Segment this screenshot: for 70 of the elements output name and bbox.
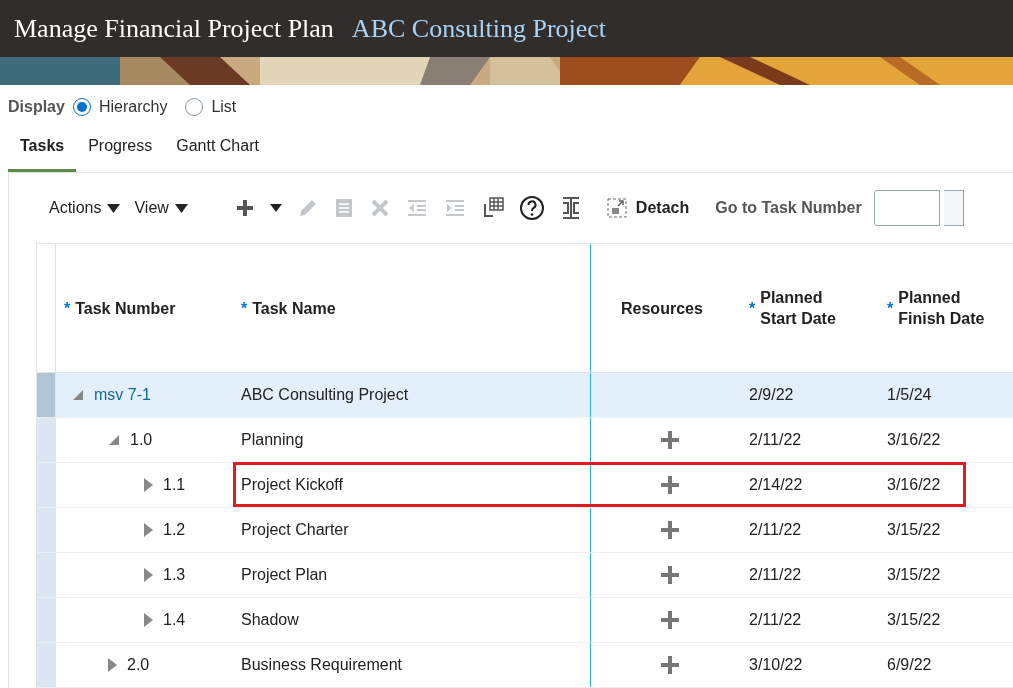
task-name: ABC Consulting Project	[241, 386, 409, 404]
caret-icon	[107, 203, 121, 213]
plus-icon	[234, 198, 255, 218]
finish-date: 3/15/22	[887, 566, 941, 584]
required-marker: *	[241, 298, 248, 319]
start-date: 3/10/22	[749, 656, 803, 674]
finish-date: 3/16/22	[887, 431, 941, 449]
task-number: 1.3	[163, 566, 186, 584]
expand-icon[interactable]	[108, 658, 117, 672]
project-name: ABC Consulting Project	[351, 13, 607, 44]
start-date: 2/11/22	[749, 521, 802, 539]
detach-icon	[605, 197, 628, 219]
task-name: Project Kickoff	[241, 476, 343, 494]
task-number: 1.4	[163, 611, 186, 629]
finish-date: 3/15/22	[887, 521, 941, 539]
detach-button[interactable]: Detach	[605, 197, 690, 219]
column-header[interactable]: Task Number	[75, 297, 176, 319]
plus-icon[interactable]	[660, 520, 680, 540]
start-date: 2/11/22	[749, 611, 802, 629]
expand-icon[interactable]	[144, 613, 153, 627]
plus-icon[interactable]	[660, 610, 680, 630]
task-number: 2.0	[127, 656, 150, 674]
column-header[interactable]: Planned Start Date	[760, 287, 851, 329]
tab[interactable]: Gantt Chart	[164, 129, 271, 172]
start-date: 2/11/22	[749, 431, 802, 449]
task-name: Project Charter	[241, 521, 349, 539]
plus-icon[interactable]	[660, 475, 680, 495]
task-number: 1.1	[163, 476, 186, 494]
go-to-label: Go to Task Number	[715, 199, 862, 217]
task-number: 1.2	[163, 521, 186, 539]
help-icon	[518, 195, 545, 221]
collapse-icon[interactable]	[72, 389, 84, 401]
finish-date: 3/16/22	[887, 476, 941, 494]
caret-icon	[268, 203, 283, 213]
display-radio[interactable]: List	[185, 98, 237, 116]
required-marker: *	[887, 298, 894, 319]
collapse-icon[interactable]	[108, 434, 120, 446]
column-header[interactable]: Resources	[621, 297, 703, 319]
display-radio[interactable]: Hierarchy	[72, 98, 168, 116]
plus-icon[interactable]	[660, 565, 680, 585]
start-date: 2/11/22	[749, 566, 802, 584]
tab[interactable]: Tasks	[8, 129, 77, 172]
expand-icon[interactable]	[144, 523, 153, 537]
task-number: 1.0	[130, 431, 153, 449]
display-label: Display	[8, 98, 65, 116]
task-number[interactable]: msv 7-1	[94, 386, 151, 404]
required-marker: *	[749, 298, 756, 319]
plus-icon[interactable]	[660, 655, 680, 675]
menu-button[interactable]: View	[134, 199, 188, 217]
expand-icon[interactable]	[144, 478, 153, 492]
finish-date: 1/5/24	[887, 386, 932, 404]
column-header[interactable]: Task Name	[252, 297, 336, 319]
start-date: 2/14/22	[749, 476, 803, 494]
start-date: 2/9/22	[749, 386, 794, 404]
finish-date: 3/15/22	[887, 611, 941, 629]
task-name: Shadow	[241, 611, 299, 629]
task-name: Planning	[241, 431, 304, 449]
column-header[interactable]: Planned Finish Date	[898, 287, 989, 329]
task-name: Project Plan	[241, 566, 328, 584]
caret-icon	[174, 203, 188, 213]
expand-icon[interactable]	[144, 568, 153, 582]
task-name: Business Requirement	[241, 656, 402, 674]
plus-icon[interactable]	[660, 430, 680, 450]
required-marker: *	[64, 298, 71, 319]
finish-date: 6/9/22	[887, 656, 932, 674]
menu-button[interactable]: Actions	[49, 199, 121, 217]
page-title: Manage Financial Project Plan	[14, 13, 334, 44]
go-button[interactable]	[943, 190, 964, 226]
tab[interactable]: Progress	[76, 129, 165, 172]
task-number-field[interactable]	[873, 190, 940, 226]
